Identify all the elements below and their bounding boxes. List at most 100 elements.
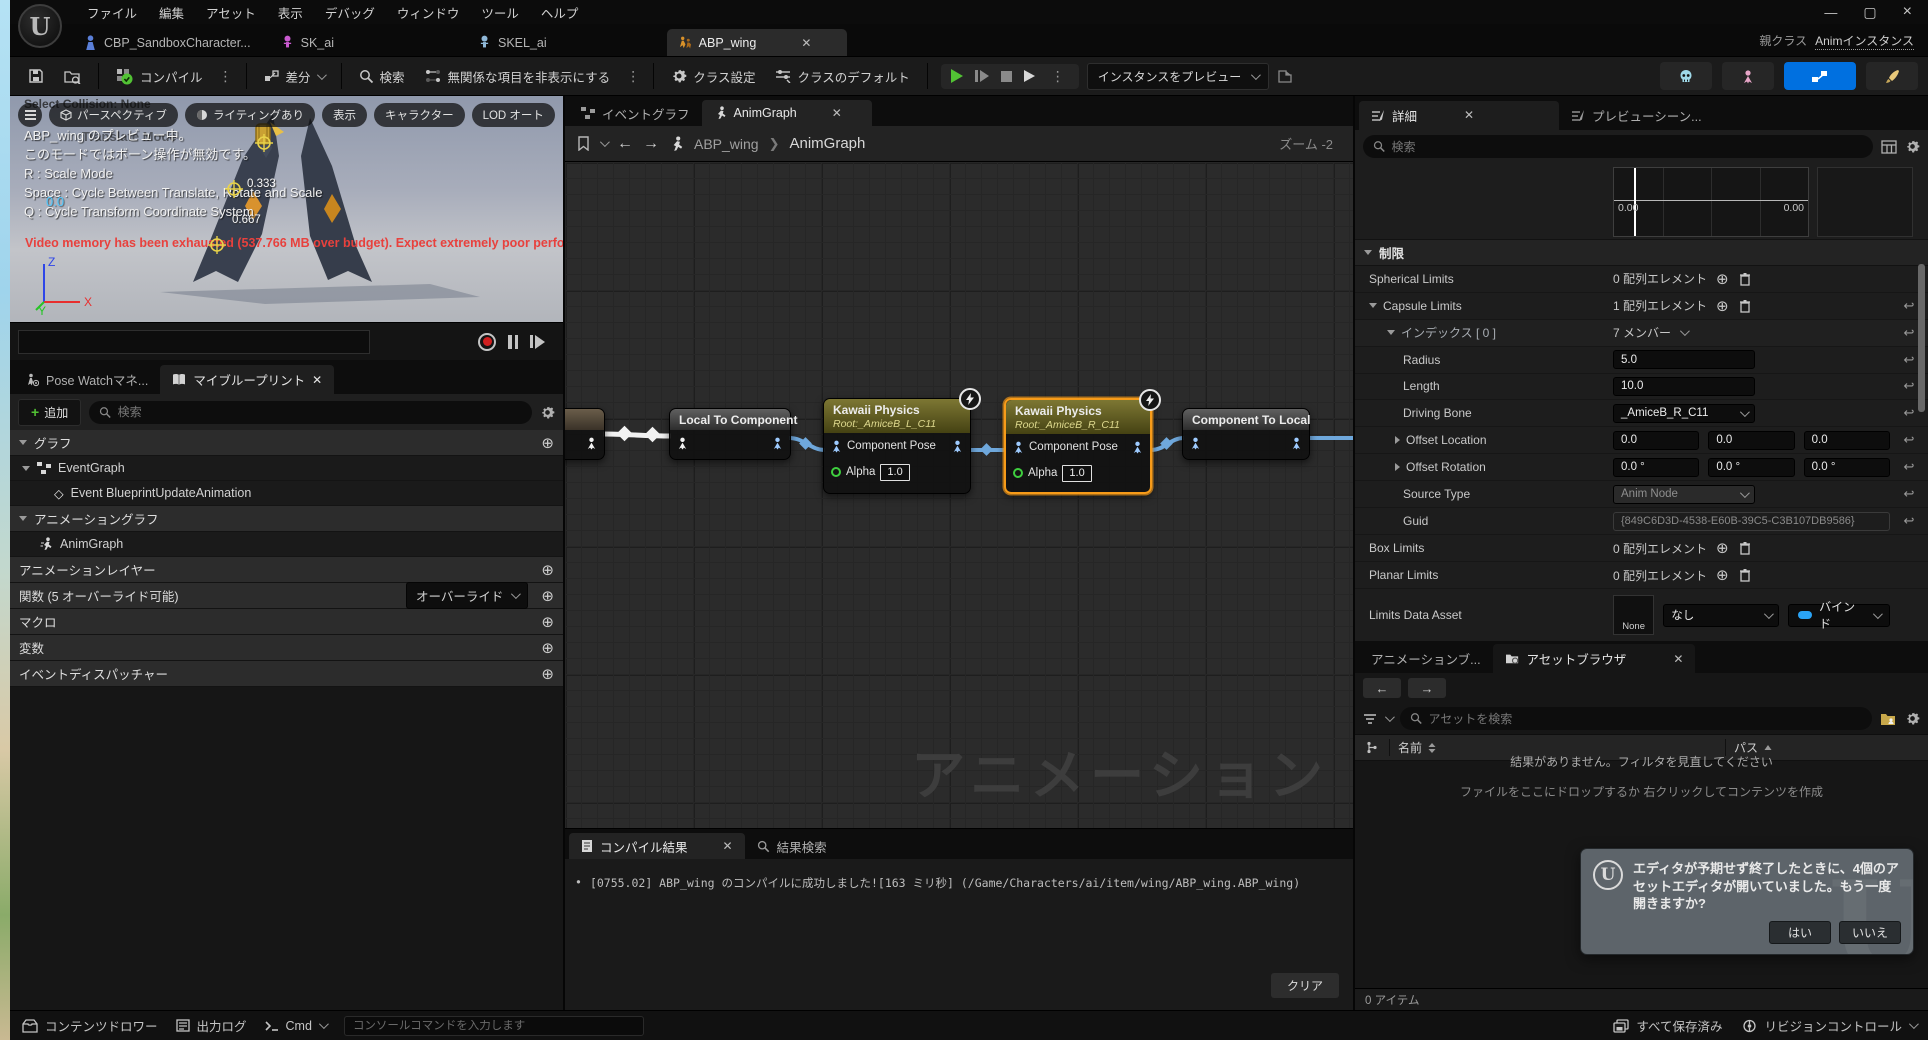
character-button[interactable]: キャラクター [374, 103, 465, 127]
menu-debug[interactable]: デバッグ [314, 0, 386, 25]
tab-details[interactable]: 詳細 ✕ [1359, 101, 1559, 130]
alpha-value-field[interactable]: 1.0 [880, 464, 909, 481]
tab-animgraph[interactable]: AnimGraph ✕ [702, 100, 872, 126]
alpha-value-field[interactable]: 1.0 [1062, 465, 1091, 482]
collapse-icon[interactable] [1369, 303, 1377, 308]
collapse-icon[interactable] [1387, 330, 1395, 335]
offset-rotation-x-field[interactable]: 0.0 ° [1613, 458, 1699, 477]
row-eventgraph[interactable]: EventGraph [10, 456, 563, 481]
radius-field[interactable]: 5.0 [1613, 350, 1755, 369]
clear-button[interactable]: クリア [1271, 973, 1339, 998]
compile-options-icon[interactable]: ⋮ [215, 68, 237, 85]
details-search[interactable] [1363, 135, 1873, 158]
driving-bone-dropdown[interactable]: _AmiceB_R_C11 [1613, 404, 1755, 423]
search-input[interactable] [118, 405, 522, 419]
pose-pin-icon[interactable] [1291, 437, 1302, 450]
minimize-icon[interactable]: — [1824, 5, 1837, 20]
tab-abp-wing[interactable]: ABP_wing ✕ [667, 29, 847, 56]
tab-skel-ai[interactable]: SKEL_ai [466, 29, 559, 56]
offset-rotation-z-field[interactable]: 0.0 ° [1804, 458, 1890, 477]
bone-marker-icon[interactable] [208, 236, 226, 254]
class-defaults-button[interactable]: クラスのデフォルト [767, 62, 917, 91]
add-element-icon[interactable]: ⊕ [1716, 566, 1729, 584]
menu-file[interactable]: ファイル [76, 0, 148, 25]
override-dropdown[interactable]: オーバーライド [406, 582, 528, 609]
close-window-icon[interactable]: × [1903, 3, 1912, 21]
menu-edit[interactable]: 編集 [148, 0, 195, 25]
reset-to-default-icon[interactable]: ↩ [1890, 459, 1928, 475]
diff-button[interactable]: 差分 [256, 62, 332, 91]
tab-sk-ai[interactable]: SK_ai [269, 29, 346, 56]
menu-help[interactable]: ヘルプ [530, 0, 590, 25]
details-scrollbar[interactable] [1918, 264, 1925, 412]
maximize-icon[interactable]: ▢ [1863, 4, 1876, 21]
menu-tools[interactable]: ツール [470, 0, 530, 25]
toast-yes-button[interactable]: はい [1769, 921, 1831, 944]
step-forward-button[interactable] [530, 335, 545, 349]
find-button[interactable]: 検索 [351, 62, 413, 91]
trash-icon[interactable] [1739, 568, 1751, 582]
revision-control-button[interactable]: リビジョンコントロール [1742, 1016, 1916, 1035]
add-macro-icon[interactable]: ⊕ [541, 613, 554, 631]
section-macros[interactable]: マクロ ⊕ [10, 609, 563, 635]
hide-unrelated-options-icon[interactable]: ⋮ [622, 68, 644, 85]
tab-compile-results[interactable]: コンパイル結果 ✕ [569, 833, 745, 859]
chevron-down-icon[interactable] [1385, 712, 1395, 722]
save-status-button[interactable]: すべて保存済み [1613, 1016, 1722, 1035]
timeline-track[interactable] [18, 330, 370, 354]
search-input[interactable] [1428, 712, 1862, 726]
pose-pin-icon[interactable] [1190, 437, 1201, 450]
folder-user-icon[interactable] [1880, 712, 1897, 726]
node-component-to-local[interactable]: Component To Local [1182, 408, 1310, 460]
add-button[interactable]: +追加 [18, 399, 81, 426]
output-log-button[interactable]: 出力ログ [176, 1016, 247, 1035]
lighting-button[interactable]: ライティングあり [185, 103, 315, 127]
resume-button[interactable] [975, 70, 989, 82]
pose-pin-icon[interactable] [586, 437, 597, 450]
bookmark-icon[interactable] [577, 136, 590, 151]
toast-no-button[interactable]: いいえ [1839, 921, 1901, 944]
animation-mode-button[interactable] [1866, 62, 1918, 90]
nav-forward-icon[interactable]: → [643, 135, 659, 153]
tab-close-icon[interactable]: ✕ [312, 373, 322, 387]
breadcrumb-root[interactable]: ABP_wing [694, 136, 759, 152]
reset-to-default-icon[interactable]: ↩ [1890, 432, 1928, 448]
cmd-dropdown[interactable]: Cmd [265, 1019, 326, 1033]
gear-icon[interactable] [1905, 139, 1920, 154]
bone-marker-icon[interactable] [255, 134, 273, 152]
category-limits[interactable]: 制限 [1355, 240, 1928, 266]
display-filter-icon[interactable] [1881, 140, 1897, 154]
tab-cbp-sandboxcharacter[interactable]: CBP_SandboxCharacter... [72, 29, 263, 56]
filter-icon[interactable] [1363, 713, 1377, 725]
add-element-icon[interactable]: ⊕ [1716, 539, 1729, 557]
pose-pin-icon[interactable] [1013, 441, 1024, 454]
pause-button[interactable] [508, 335, 518, 349]
menu-view[interactable]: 表示 [267, 0, 314, 25]
offset-location-y-field[interactable]: 0.0 [1708, 431, 1794, 450]
chevron-down-icon[interactable] [600, 137, 610, 147]
row-animgraph[interactable]: AnimGraph [10, 532, 563, 557]
section-animation-layers[interactable]: アニメーションレイヤー ⊕ [10, 557, 563, 583]
trash-icon[interactable] [1739, 272, 1751, 286]
bind-button[interactable]: バインド [1788, 604, 1890, 627]
blueprint-mode-button[interactable] [1784, 62, 1856, 90]
viewport-menu-icon[interactable] [18, 103, 42, 127]
add-element-icon[interactable]: ⊕ [1716, 270, 1729, 288]
tab-close-icon[interactable]: ✕ [1464, 108, 1474, 122]
play-options-icon[interactable]: ⋮ [1047, 68, 1069, 85]
source-type-dropdown[interactable]: Anim Node [1613, 485, 1755, 504]
add-function-icon[interactable]: ⊕ [541, 587, 554, 605]
pose-pin-icon[interactable] [677, 437, 688, 450]
tab-close-icon[interactable]: ✕ [801, 36, 811, 50]
show-button[interactable]: 表示 [322, 103, 367, 127]
add-variable-icon[interactable]: ⊕ [541, 639, 554, 657]
compile-log-line[interactable]: [0755.02] ABP_wing のコンパイルに成功しました![163 ミリ… [590, 875, 1300, 891]
tab-find-results[interactable]: 結果検索 [745, 833, 839, 859]
pose-pin-icon[interactable] [1132, 441, 1143, 454]
section-event-dispatchers[interactable]: イベントディスパッチャー ⊕ [10, 661, 563, 687]
add-graph-icon[interactable]: ⊕ [541, 434, 554, 452]
add-dispatcher-icon[interactable]: ⊕ [541, 665, 554, 683]
content-drawer-button[interactable]: コンテンツドロワー [22, 1016, 158, 1035]
graph-canvas[interactable]: Local To Component Kawaii P [565, 162, 1353, 828]
pose-pin-icon[interactable] [772, 437, 783, 450]
